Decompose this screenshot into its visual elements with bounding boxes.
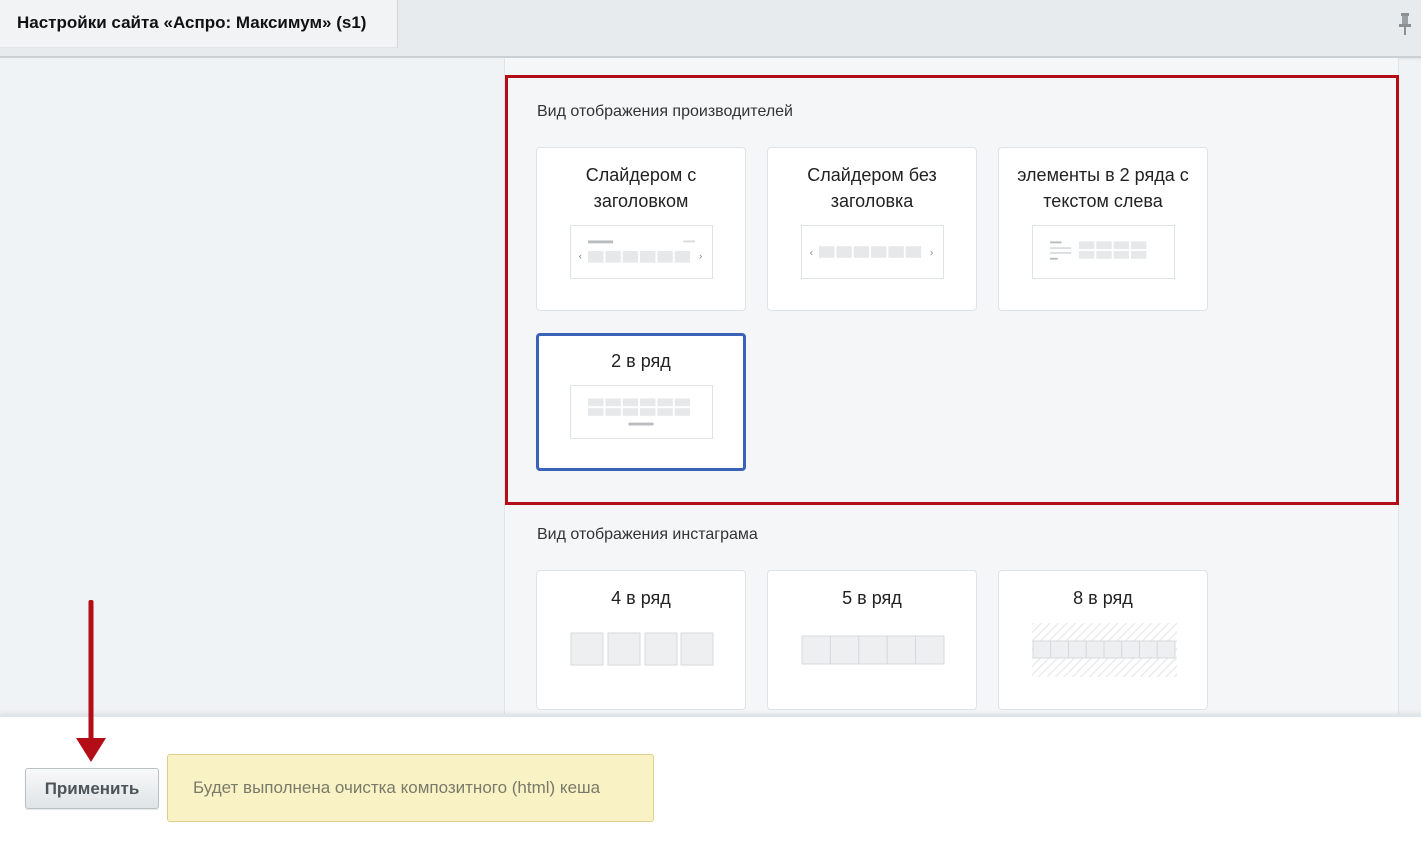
header-tab[interactable]: Настройки сайта «Аспро: Максимум» (s1) — [0, 0, 398, 48]
option-instagram-5[interactable]: 5 в ряд — [767, 570, 977, 710]
cache-notice-text: Будет выполнена очистка композитного (ht… — [193, 778, 601, 797]
settings-header: Настройки сайта «Аспро: Максимум» (s1) — [0, 0, 1421, 58]
option-label: 8 в ряд — [1073, 588, 1133, 608]
pin-icon[interactable] — [1396, 12, 1414, 36]
option-instagram-8[interactable]: 8 в ряд — [998, 570, 1208, 710]
down-arrow-icon — [76, 600, 106, 762]
apply-button[interactable]: Применить — [25, 768, 159, 809]
option-label: 5 в ряд — [842, 588, 902, 608]
option-label: 4 в ряд — [611, 588, 671, 608]
highlight-frame — [505, 75, 1399, 505]
instagram-8-preview — [1032, 623, 1177, 677]
cache-notice: Будет выполнена очистка композитного (ht… — [167, 754, 654, 822]
instagram-5-preview — [801, 635, 945, 665]
option-instagram-4[interactable]: 4 в ряд — [536, 570, 746, 710]
instagram-4-preview — [570, 632, 714, 666]
instagram-section-title: Вид отображения инстаграма — [537, 526, 758, 543]
page-title: Настройки сайта «Аспро: Максимум» (s1) — [17, 13, 367, 32]
